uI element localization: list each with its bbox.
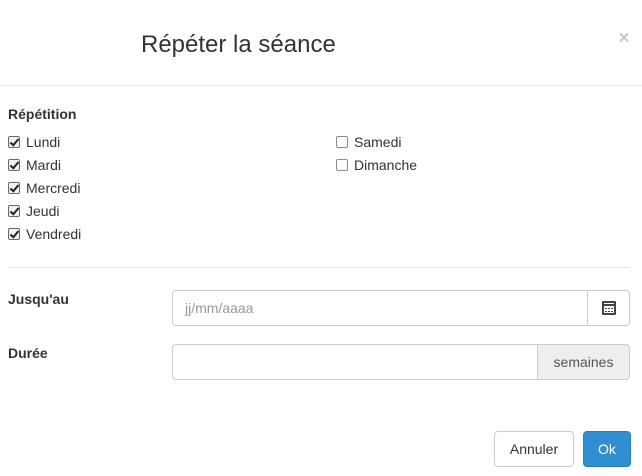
- dialog-title: Répéter la séance: [141, 31, 336, 58]
- until-date-input[interactable]: [172, 290, 588, 326]
- cancel-button[interactable]: Annuler: [494, 431, 574, 467]
- repetition-label: Répétition: [8, 106, 77, 122]
- calendar-icon: [601, 301, 616, 315]
- duration-input-group: semaines: [172, 344, 630, 380]
- day-label: Lundi: [26, 134, 61, 150]
- close-icon[interactable]: ×: [617, 29, 631, 48]
- day-label: Mardi: [26, 157, 62, 173]
- duration-input[interactable]: [172, 344, 538, 380]
- checkbox[interactable]: [8, 136, 20, 148]
- day-label: Mercredi: [26, 180, 81, 196]
- checkbox[interactable]: [336, 159, 348, 171]
- duration-label: Durée: [8, 345, 48, 361]
- checkbox[interactable]: [8, 182, 20, 194]
- day-checkbox-vendredi[interactable]: Vendredi: [8, 224, 81, 244]
- day-checkbox-jeudi[interactable]: Jeudi: [8, 201, 59, 221]
- day-label: Dimanche: [354, 157, 418, 173]
- ok-button[interactable]: Ok: [583, 431, 631, 467]
- calendar-button[interactable]: [588, 290, 630, 326]
- checkbox[interactable]: [8, 159, 20, 171]
- duration-unit: semaines: [538, 344, 630, 380]
- day-checkbox-dimanche[interactable]: Dimanche: [336, 155, 417, 175]
- day-checkbox-lundi[interactable]: Lundi: [8, 132, 60, 152]
- divider: [8, 267, 630, 268]
- day-checkbox-samedi[interactable]: Samedi: [336, 132, 401, 152]
- until-label: Jusqu'au: [8, 291, 69, 307]
- checkbox[interactable]: [8, 228, 20, 240]
- day-label: Jeudi: [26, 203, 60, 219]
- until-input-group: [172, 290, 630, 326]
- checkbox[interactable]: [336, 136, 348, 148]
- day-checkbox-mercredi[interactable]: Mercredi: [8, 178, 80, 198]
- day-label: Vendredi: [26, 226, 82, 242]
- checkbox[interactable]: [8, 205, 20, 217]
- dialog-header: Répéter la séance ×: [0, 0, 642, 86]
- day-checkbox-mardi[interactable]: Mardi: [8, 155, 61, 175]
- day-label: Samedi: [354, 134, 402, 150]
- repeat-session-dialog: Répéter la séance × Répétition Lundi Mar…: [0, 0, 642, 476]
